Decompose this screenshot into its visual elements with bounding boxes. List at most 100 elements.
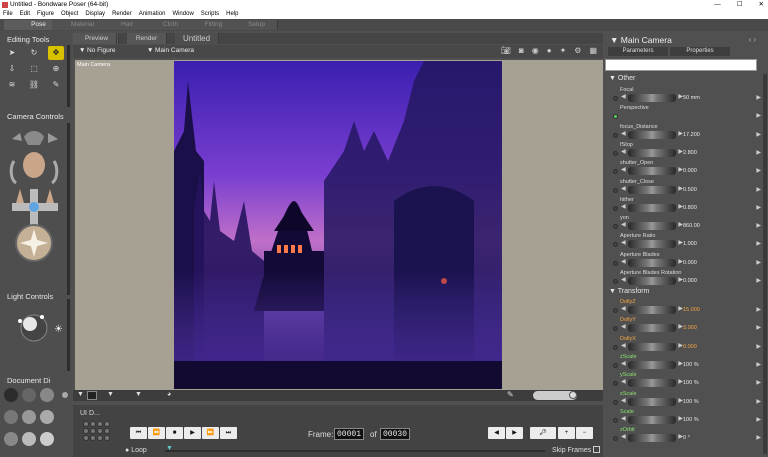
tab-parameters[interactable]: Parameters (608, 47, 668, 56)
select-arrow-icon[interactable]: ➤ (4, 46, 20, 60)
param-value[interactable]: 0.800 (683, 205, 697, 211)
menu-figure[interactable]: Figure (37, 10, 54, 19)
tab-fitting[interactable]: Fitting (190, 20, 238, 30)
param-menu-arrow-icon[interactable]: ▶ (756, 379, 761, 386)
param-row-focus-distance[interactable]: focus_Distance 17.200 ▶ (613, 124, 763, 142)
param-value[interactable]: 100 % (683, 417, 699, 423)
figure-dropdown-arrow-icon[interactable]: ▼ (79, 47, 85, 54)
viewport[interactable]: Main Camera (75, 60, 603, 390)
tab-setup[interactable]: Setup (236, 20, 278, 30)
tab-render[interactable]: Render (127, 33, 167, 44)
snapshot-icon[interactable]: ◙ (519, 46, 524, 55)
tab-preview[interactable]: Preview (77, 33, 117, 44)
parameter-search-input[interactable] (605, 59, 757, 71)
param-dial[interactable] (621, 342, 683, 351)
param-value[interactable]: 3.000 (683, 325, 697, 331)
current-frame-field[interactable]: 00001 (334, 428, 365, 440)
next-keyframe-button[interactable]: ▶ (506, 427, 523, 439)
tab-properties[interactable]: Properties (670, 47, 730, 56)
param-menu-arrow-icon[interactable]: ▶ (756, 167, 761, 174)
param-radio[interactable] (613, 132, 618, 138)
ground-dropdown-icon[interactable]: ▼ (107, 391, 114, 398)
camera-controls-widget[interactable] (4, 123, 66, 268)
object-icon[interactable]: ◕ (167, 391, 171, 398)
param-dial[interactable] (621, 433, 683, 443)
timeline-scrubber-track[interactable] (165, 450, 545, 452)
figure-select[interactable]: No Figure (87, 47, 116, 54)
record-icon[interactable]: ◉ (532, 46, 539, 55)
go-to-end-button[interactable]: ⏭ (220, 427, 237, 439)
loop-toggle[interactable]: ● Loop (125, 447, 147, 454)
param-row-hither[interactable]: hither0.800▶ (613, 197, 763, 215)
param-radio[interactable] (613, 436, 618, 442)
step-back-button[interactable]: ⏪ (148, 427, 165, 439)
menu-render[interactable]: Render (112, 10, 132, 19)
param-value[interactable]: 860.00 (683, 223, 700, 229)
param-menu-arrow-icon[interactable]: ▶ (756, 186, 761, 193)
keyframes-key-icon[interactable]: 🔑︎ (530, 427, 556, 439)
param-radio[interactable] (613, 326, 618, 332)
param-row-aperture-ratio[interactable]: Aperture Ratio1.000▶ (613, 233, 763, 251)
skip-frames-label[interactable]: Skip Frames (552, 447, 591, 454)
param-dial[interactable] (621, 360, 683, 369)
menu-file[interactable]: File (3, 10, 13, 19)
param-value[interactable]: 0.000 (683, 344, 697, 350)
param-row-zscale[interactable]: zScale100 %▶ (613, 354, 763, 372)
param-dial[interactable] (621, 415, 683, 424)
param-radio[interactable] (613, 169, 618, 175)
param-radio[interactable] (613, 381, 618, 387)
param-dial[interactable] (621, 305, 683, 314)
param-radio[interactable] (613, 399, 618, 405)
dropdown-arrow-icon[interactable]: ▼ (77, 391, 84, 398)
param-row-aperture-blades-rotation[interactable]: Aperture Blades Rotation0.000 ▶ (613, 270, 763, 288)
param-menu-arrow-icon[interactable]: ▶ (756, 222, 761, 229)
param-row-shutter-open[interactable]: shutter_Open0.000▶ (613, 160, 763, 178)
param-dial[interactable] (621, 148, 683, 157)
param-menu-arrow-icon[interactable]: ▶ (756, 398, 761, 405)
param-radio[interactable] (613, 224, 618, 230)
param-menu-arrow-icon[interactable]: ▶ (756, 361, 761, 368)
scale-icon[interactable]: ⬚ (26, 62, 42, 76)
menu-animation[interactable]: Animation (139, 10, 166, 19)
param-row-scale[interactable]: Scale100 %▶ (613, 409, 763, 427)
param-menu-arrow-icon[interactable]: ▶ (756, 324, 761, 331)
param-menu-arrow-icon[interactable]: ▶ (756, 277, 761, 284)
param-row-aperture-blades[interactable]: Aperture Blades 0.000 ▶ (613, 252, 763, 270)
param-dial[interactable] (621, 93, 683, 102)
param-radio[interactable] (613, 205, 618, 211)
minimize-button[interactable]: — (714, 0, 721, 10)
camera-dropdown-arrow-icon[interactable]: ▼ (147, 47, 153, 54)
param-menu-arrow-icon[interactable]: ▶ (756, 434, 761, 441)
menu-edit[interactable]: Edit (20, 10, 30, 19)
param-menu-arrow-icon[interactable]: ▶ (756, 94, 761, 101)
chain-icon[interactable]: ⛓ (26, 78, 42, 92)
close-button[interactable]: ✕ (759, 0, 764, 10)
light-scrollbar[interactable] (67, 299, 70, 371)
group-other[interactable]: ▼ Other (609, 75, 635, 82)
param-value[interactable]: 0.000 (683, 260, 697, 266)
param-value[interactable]: 50 mm (683, 95, 700, 101)
param-value[interactable]: 0.000 (683, 278, 697, 284)
param-row-focal[interactable]: Focal50 mm▶ (613, 87, 763, 105)
maximize-button[interactable]: ☐ (737, 0, 743, 10)
param-radio[interactable] (613, 242, 618, 248)
param-radio[interactable] (613, 260, 618, 266)
param-dial[interactable] (621, 378, 683, 388)
param-dial[interactable] (621, 239, 683, 249)
param-menu-arrow-icon[interactable]: ▶ (756, 343, 761, 350)
param-value[interactable]: 15.000 (683, 307, 700, 313)
param-radio[interactable] (613, 417, 618, 423)
param-dial[interactable] (621, 276, 683, 285)
camera-scrollbar[interactable] (67, 123, 70, 295)
param-row-yon[interactable]: yon860.00▶ (613, 215, 763, 233)
param-value[interactable]: 2.800 (683, 150, 697, 156)
param-row-fstop[interactable]: fStop2.800▶ (613, 142, 763, 160)
color-icon[interactable]: ✎ (48, 78, 64, 92)
param-value[interactable]: 100 % (683, 362, 699, 368)
stop-button[interactable]: ■ (166, 427, 183, 439)
param-dial[interactable] (621, 203, 683, 212)
param-value[interactable]: 0 ° (683, 435, 690, 441)
display-mode-sphere-icon[interactable] (569, 391, 577, 399)
param-menu-arrow-icon[interactable]: ▶ (756, 259, 761, 266)
param-dial[interactable] (621, 323, 683, 333)
